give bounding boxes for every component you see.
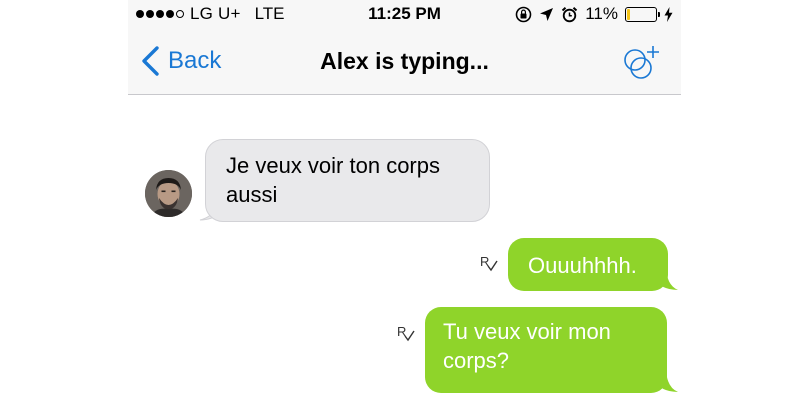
outgoing-message-bubble[interactable]: Tu veux voir mon corps? xyxy=(425,307,667,393)
battery-fill xyxy=(627,8,630,20)
message-text: Ouuuhhhh. xyxy=(528,253,637,278)
read-receipt-icon: R xyxy=(479,253,501,275)
outgoing-message-bubble[interactable]: Ouuuhhhh. xyxy=(508,238,668,291)
phone-screen: LG U+ LTE 11:25 PM 11% Back Alex is typi… xyxy=(128,0,681,400)
location-arrow-icon xyxy=(540,7,554,21)
charging-bolt-icon xyxy=(664,6,673,22)
outgoing-bubble-tail xyxy=(658,265,678,290)
outgoing-bubble-tail xyxy=(658,367,678,392)
conversation-title: Alex is typing... xyxy=(320,48,489,74)
read-receipt-icon: R xyxy=(396,323,418,345)
rotation-lock-icon xyxy=(515,6,532,22)
status-right: 11% xyxy=(515,4,673,24)
contact-avatar[interactable] xyxy=(145,170,192,217)
message-text: Tu veux voir mon corps? xyxy=(443,319,611,373)
battery-percent: 11% xyxy=(585,4,618,23)
status-bar: LG U+ LTE 11:25 PM 11% xyxy=(128,0,681,28)
incoming-message-bubble[interactable]: Je veux voir ton corps aussi xyxy=(205,139,490,222)
navigation-bar: Back Alex is typing... xyxy=(128,28,681,95)
alarm-clock-icon xyxy=(562,6,578,22)
message-text: Je veux voir ton corps aussi xyxy=(226,153,440,207)
add-participant-icon[interactable] xyxy=(621,42,661,82)
battery-icon xyxy=(625,6,660,22)
message-thread[interactable]: Je veux voir ton corps aussi R Ouuuhhhh.… xyxy=(128,95,681,400)
